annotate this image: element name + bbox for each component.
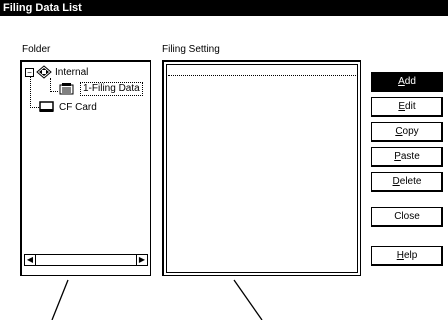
callout-lines	[51, 279, 263, 320]
folder-callout-line	[51, 279, 69, 320]
filing-callout-line	[233, 279, 263, 320]
